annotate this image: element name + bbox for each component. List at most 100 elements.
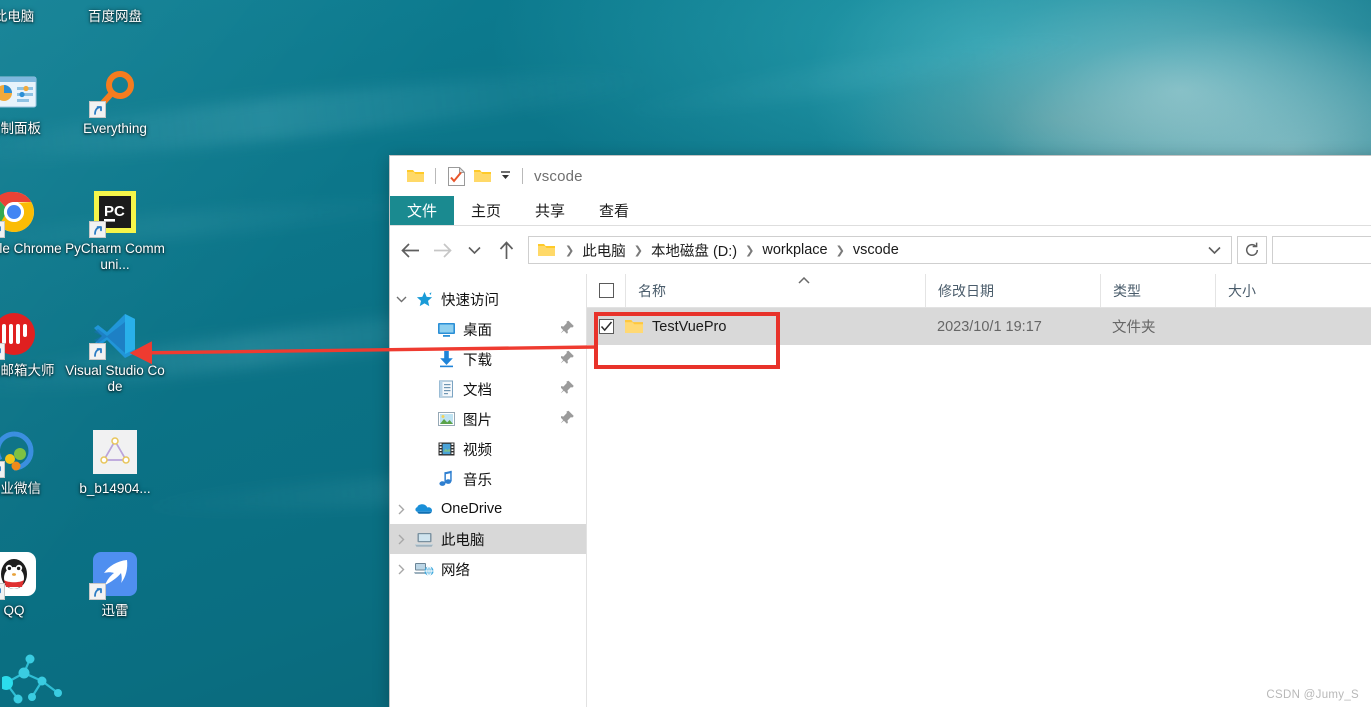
chevron-down-icon[interactable] <box>390 295 412 304</box>
sidebar-item-videos[interactable]: 视频 <box>390 434 586 464</box>
desktop-icon-label: QQ <box>3 603 24 619</box>
desktop-icon-wecom[interactable]: 企业微信 <box>0 428 66 497</box>
netease-mail-icon <box>0 310 38 358</box>
checkbox-unchecked[interactable] <box>599 283 614 298</box>
download-icon <box>434 350 458 368</box>
folder-icon[interactable] <box>402 165 428 187</box>
sidebar-item-onedrive[interactable]: OneDrive <box>390 494 586 524</box>
column-header-size[interactable]: 大小 <box>1215 274 1335 307</box>
ribbon-tab-1[interactable]: 主页 <box>454 196 518 225</box>
everything-icon <box>91 68 139 116</box>
sidebar-item-documents[interactable]: 文档 <box>390 374 586 404</box>
network-nodes-icon <box>2 653 68 707</box>
breadcrumb-separator: ❯ <box>559 244 580 257</box>
sidebar-item-label: 音乐 <box>463 469 492 490</box>
sidebar-item-this-pc[interactable]: 此电脑 <box>390 524 586 554</box>
file-rows: TestVuePro 2023/10/1 19:17文件夹 <box>587 308 1371 345</box>
row-checkbox[interactable] <box>587 308 625 345</box>
desktop-icon-control-panel[interactable]: 控制面板 <box>0 68 66 137</box>
desktop-icon-label: Visual Studio Code <box>63 363 167 394</box>
window-title: vscode <box>534 168 583 185</box>
pin-icon[interactable] <box>561 320 576 339</box>
forward-arrow-icon <box>426 234 458 266</box>
file-list-pane: 名称 修改日期 类型 大小 TestVuePro 2023/10/1 19:17文件夹 <box>587 274 1371 707</box>
desktop-icon-qq[interactable]: QQ <box>0 550 66 619</box>
sidebar-item-music[interactable]: 音乐 <box>390 464 586 494</box>
column-header-label: 名称 <box>638 281 666 301</box>
customize-quick-access-caret-icon[interactable] <box>495 165 515 187</box>
desktop-icon-netease-mail[interactable]: 网易邮箱大师 <box>0 310 66 379</box>
column-header-label: 类型 <box>1113 281 1141 301</box>
desktop-icon-label: 企业微信 <box>0 481 41 497</box>
cell-name: TestVuePro <box>625 308 925 345</box>
column-header-modified[interactable]: 修改日期 <box>925 274 1100 307</box>
breadcrumb-item-0[interactable]: 此电脑 <box>580 240 628 261</box>
desktop-icon-label: b_b14904... <box>79 481 150 497</box>
sidebar-item-label: 文档 <box>463 379 492 400</box>
column-header-name[interactable]: 名称 <box>625 274 925 307</box>
shortcut-overlay-icon <box>89 343 106 360</box>
address-dropdown-caret-icon[interactable] <box>1201 237 1227 263</box>
network-icon <box>412 561 436 578</box>
shortcut-overlay-icon <box>89 583 106 600</box>
pycharm-icon: PC <box>91 188 139 236</box>
sort-ascending-icon <box>798 275 810 287</box>
back-arrow-icon[interactable] <box>394 234 426 266</box>
sidebar-item-label: 桌面 <box>463 319 492 340</box>
select-all-checkbox[interactable] <box>587 274 625 307</box>
up-arrow-icon[interactable] <box>490 234 522 266</box>
refresh-button[interactable] <box>1237 236 1267 264</box>
chevron-right-icon[interactable] <box>390 534 412 545</box>
sidebar-item-label: 快速访问 <box>441 289 499 310</box>
desktop-icon-pycharm[interactable]: PC PyCharm Communi... <box>63 188 167 272</box>
desktop-icon-thunder[interactable]: 迅雷 <box>63 550 167 619</box>
computer-icon <box>412 531 436 548</box>
desktop-icon-label: Google Chrome <box>0 241 62 257</box>
recent-locations-caret-icon[interactable] <box>458 234 490 266</box>
properties-icon[interactable] <box>443 165 469 187</box>
title-bar: vscode <box>390 156 1371 196</box>
svg-text:PC: PC <box>104 203 125 220</box>
ribbon-tab-3[interactable]: 查看 <box>582 196 646 225</box>
checkbox-checked[interactable] <box>599 319 614 334</box>
shortcut-overlay-icon <box>0 461 5 478</box>
navigation-pane: 快速访问桌面下载文档图片视频音乐 OneDrive此电脑网络 <box>390 274 587 707</box>
sidebar-item-label: 视频 <box>463 439 492 460</box>
vscode-icon <box>91 310 139 358</box>
desktop-icon-everything[interactable]: Everything <box>63 68 167 137</box>
desktop-icon-baidu-netdisk[interactable]: 百度网盘 <box>63 0 167 25</box>
sidebar-item-downloads[interactable]: 下载 <box>390 344 586 374</box>
ribbon-tab-2[interactable]: 共享 <box>518 196 582 225</box>
desktop-icon-google-chrome[interactable]: Google Chrome <box>0 188 66 257</box>
google-chrome-icon <box>0 188 38 236</box>
new-folder-icon[interactable] <box>469 165 495 187</box>
sidebar-item-pictures[interactable]: 图片 <box>390 404 586 434</box>
desktop-icon-label: 百度网盘 <box>88 9 142 25</box>
pin-icon[interactable] <box>561 350 576 369</box>
desktop-icon-vscode[interactable]: Visual Studio Code <box>63 310 167 394</box>
pin-icon[interactable] <box>561 410 576 429</box>
desktop-icon-this-pc[interactable]: 此电脑 <box>0 0 66 25</box>
column-header-type[interactable]: 类型 <box>1100 274 1215 307</box>
sidebar-item-network[interactable]: 网络 <box>390 554 586 584</box>
pin-icon[interactable] <box>561 380 576 399</box>
address-bar[interactable]: ❯ 此电脑❯本地磁盘 (D:)❯workplace❯vscode <box>528 236 1232 264</box>
search-input[interactable] <box>1272 236 1371 264</box>
table-row[interactable]: TestVuePro 2023/10/1 19:17文件夹 <box>587 308 1371 345</box>
folder-icon <box>625 319 643 334</box>
column-header-label: 修改日期 <box>938 281 994 301</box>
sidebar-item-quick-access[interactable]: 快速访问 <box>390 284 586 314</box>
breadcrumb-item-3[interactable]: vscode <box>851 242 901 258</box>
breadcrumb-item-2[interactable]: workplace <box>760 242 829 258</box>
breadcrumb-item-1[interactable]: 本地磁盘 (D:) <box>649 240 739 261</box>
toolbar-divider <box>435 168 436 184</box>
chevron-right-icon[interactable] <box>390 504 412 515</box>
thunder-icon <box>91 550 139 598</box>
chevron-right-icon[interactable] <box>390 564 412 575</box>
sidebar-item-desktop[interactable]: 桌面 <box>390 314 586 344</box>
ribbon-tab-0[interactable]: 文件 <box>390 196 454 225</box>
shortcut-overlay-icon <box>0 583 5 600</box>
toolbar-divider-2 <box>522 168 523 184</box>
desktop-icon-image-file[interactable]: b_b14904... <box>63 428 167 497</box>
image-file-icon <box>91 428 139 476</box>
